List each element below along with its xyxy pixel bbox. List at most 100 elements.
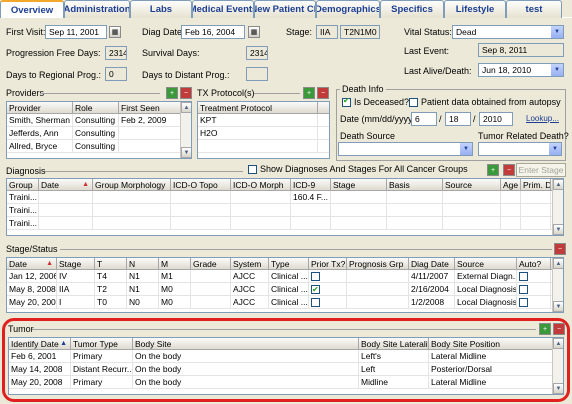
- diagnosis-col-header[interactable]: Stage: [331, 179, 387, 190]
- diagnosis-scrollbar[interactable]: ▲ ▼: [552, 179, 563, 235]
- tumor-col-header[interactable]: Tumor Type: [71, 338, 133, 349]
- table-row[interactable]: [198, 140, 329, 153]
- providers-scrollbar[interactable]: ▲ ▼: [180, 102, 191, 158]
- table-row[interactable]: Traini... 160.4 F...: [7, 191, 563, 204]
- death-day-field[interactable]: 18: [445, 112, 471, 126]
- diagnosis-col-header[interactable]: Basis: [387, 179, 443, 190]
- providers-col-header[interactable]: Provider: [7, 102, 73, 113]
- providers-col-header[interactable]: Role: [73, 102, 119, 113]
- checkbox[interactable]: [409, 97, 418, 107]
- minus-icon[interactable]: −: [180, 87, 192, 99]
- death-source-select[interactable]: ▼: [338, 142, 473, 156]
- tx-col-header[interactable]: Treatment Protocol: [198, 102, 318, 113]
- stage-scrollbar[interactable]: ▲ ▼: [552, 258, 563, 312]
- stage-col-header[interactable]: Stage: [57, 258, 95, 269]
- table-row[interactable]: Allred, Bryce Consulting: [7, 140, 191, 153]
- checkbox[interactable]: [311, 283, 320, 295]
- plus-icon[interactable]: +: [487, 164, 499, 176]
- checkbox[interactable]: [519, 272, 528, 282]
- checkbox[interactable]: [519, 298, 528, 308]
- stage-col-header[interactable]: Auto?: [517, 258, 551, 269]
- table-row[interactable]: May 20, 2008 Primary On the body Midline Lat…: [9, 376, 563, 389]
- scroll-down-icon[interactable]: ▼: [553, 301, 563, 312]
- scroll-down-icon[interactable]: ▼: [553, 224, 563, 235]
- checkbox[interactable]: [311, 272, 320, 282]
- diagnosis-col-header[interactable]: Date ▲: [39, 179, 93, 190]
- tab-labs[interactable]: Labs: [130, 0, 192, 18]
- diagnosis-col-header[interactable]: ICD-O Morph: [231, 179, 291, 190]
- vital-status-select[interactable]: Dead ▼: [452, 25, 564, 39]
- scroll-down-icon[interactable]: ▼: [553, 383, 563, 394]
- death-month-field[interactable]: 6: [411, 112, 437, 126]
- tab-overview[interactable]: Overview: [0, 0, 64, 18]
- table-row[interactable]: H2O: [198, 127, 329, 140]
- stage-col-header[interactable]: Prior Tx?: [309, 258, 347, 269]
- tumor-scrollbar[interactable]: ▲ ▼: [552, 338, 563, 394]
- tumor-col-header[interactable]: Body Site: [133, 338, 359, 349]
- scroll-up-icon[interactable]: ▲: [553, 338, 563, 349]
- minus-icon[interactable]: −: [553, 323, 565, 335]
- enter-stage-button[interactable]: Enter Stage: [516, 163, 566, 177]
- tab-new-patient[interactable]: New Patient Ch: [254, 0, 316, 18]
- checkbox[interactable]: [248, 164, 257, 174]
- diagnosis-col-header[interactable]: Source: [443, 179, 501, 190]
- diagnosis-col-header[interactable]: Prim. Dx: [521, 179, 551, 190]
- table-row[interactable]: May 14, 2008 Distant Recurr... On the body…: [9, 363, 563, 376]
- tab-medical-events[interactable]: Medical Events: [192, 0, 254, 18]
- tumor-col-header[interactable]: Identify Date ▲: [9, 338, 71, 349]
- autopsy-checkbox[interactable]: Patient data obtained from autopsy: [409, 97, 561, 107]
- table-row[interactable]: Jefferds, Ann Consulting: [7, 127, 191, 140]
- scroll-down-icon[interactable]: ▼: [181, 147, 191, 158]
- calendar-icon[interactable]: ▦: [248, 26, 260, 38]
- minus-icon[interactable]: −: [554, 243, 566, 255]
- diag-date-field[interactable]: Feb 16, 2004: [181, 25, 245, 39]
- minus-icon[interactable]: −: [317, 87, 329, 99]
- table-row[interactable]: KPT: [198, 114, 329, 127]
- table-row[interactable]: Jan 12, 2006 IV T4 N1 M1 AJCC Clinical ... 4/11…: [7, 270, 563, 283]
- minus-icon[interactable]: −: [503, 164, 515, 176]
- stage-col-header[interactable]: T: [95, 258, 127, 269]
- plus-icon[interactable]: +: [539, 323, 551, 335]
- stage-col-header[interactable]: Source: [455, 258, 517, 269]
- first-visit-field[interactable]: Sep 11, 2001: [45, 25, 107, 39]
- scroll-up-icon[interactable]: ▲: [553, 179, 563, 190]
- tumor-col-header[interactable]: Body Site Position: [429, 338, 553, 349]
- diagnosis-col-header[interactable]: Group: [7, 179, 39, 190]
- stage-col-header[interactable]: System: [231, 258, 269, 269]
- is-deceased-checkbox[interactable]: Is Deceased?: [342, 96, 409, 107]
- tab-demographics[interactable]: Demographics: [316, 0, 380, 18]
- stage-col-header[interactable]: N: [127, 258, 159, 269]
- table-row[interactable]: Smith, Sherman Consulting Feb 2, 2009: [7, 114, 191, 127]
- tumor-col-header[interactable]: Body Site Laterality: [359, 338, 429, 349]
- death-year-field[interactable]: 2010: [479, 112, 513, 126]
- stage-col-header[interactable]: Prognosis Grp: [347, 258, 409, 269]
- diagnosis-col-header[interactable]: ICD-O Topo: [171, 179, 231, 190]
- tumor-related-select[interactable]: ▼: [478, 142, 562, 156]
- table-row[interactable]: Traini...: [7, 217, 563, 230]
- checkbox[interactable]: [311, 298, 320, 308]
- last-alive-select[interactable]: Jun 18, 2010 ▼: [478, 63, 564, 77]
- lookup-link[interactable]: Lookup...: [526, 114, 559, 123]
- plus-icon[interactable]: +: [166, 87, 178, 99]
- scroll-up-icon[interactable]: ▲: [553, 258, 563, 269]
- stage-col-header[interactable]: Type: [269, 258, 309, 269]
- table-row[interactable]: May 8, 2008IIAT2N1M0 AJCCClinical ... 2/16…: [7, 283, 563, 296]
- tab-administration[interactable]: Administration: [64, 0, 130, 18]
- scroll-up-icon[interactable]: ▲: [181, 102, 191, 113]
- stage-col-header[interactable]: Diag Date: [409, 258, 455, 269]
- tab-lifestyle[interactable]: Lifestyle: [444, 0, 506, 18]
- tab-specifics[interactable]: Specifics: [380, 0, 444, 18]
- stage-col-header[interactable]: Grade: [191, 258, 231, 269]
- calendar-icon[interactable]: ▦: [109, 26, 121, 38]
- providers-col-header[interactable]: First Seen: [119, 102, 181, 113]
- table-row[interactable]: May 20, 2008 I T0 N0 M0 AJCC Clinical ... 1/2/2…: [7, 296, 563, 309]
- diagnosis-col-header[interactable]: ICD-9: [291, 179, 331, 190]
- checkbox[interactable]: [519, 285, 528, 295]
- show-all-checkbox[interactable]: Show Diagnoses And Stages For All Cancer…: [248, 164, 468, 174]
- tab-test[interactable]: test: [506, 0, 562, 18]
- plus-icon[interactable]: +: [303, 87, 315, 99]
- stage-col-header[interactable]: M: [159, 258, 191, 269]
- table-row[interactable]: Traini...: [7, 204, 563, 217]
- diagnosis-col-header[interactable]: Age: [501, 179, 521, 190]
- checkbox[interactable]: [342, 96, 351, 107]
